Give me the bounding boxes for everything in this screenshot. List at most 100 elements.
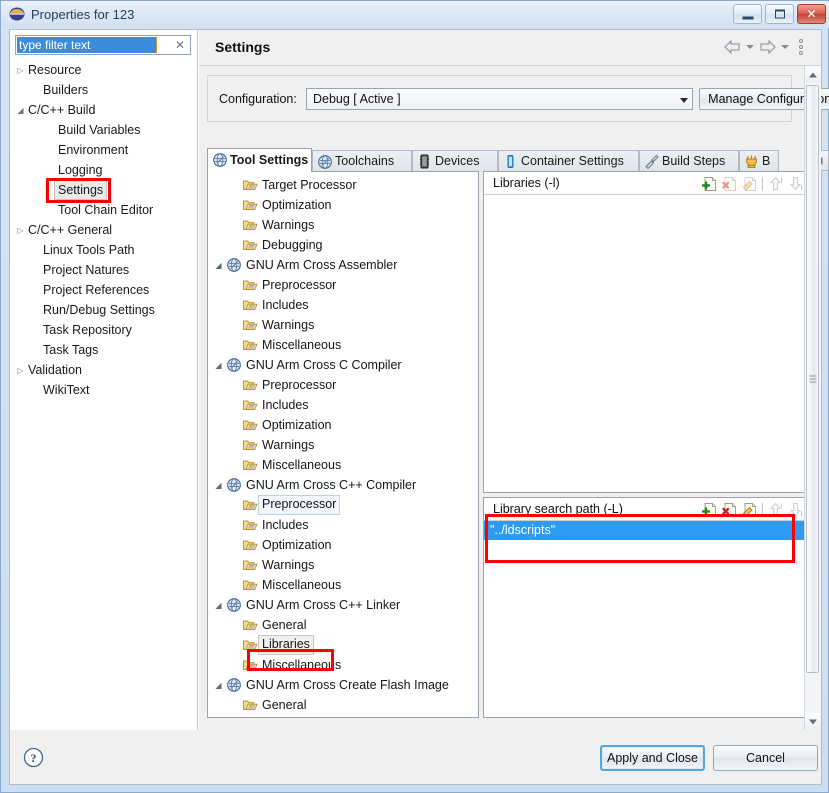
libraries-add-icon[interactable] — [701, 176, 717, 192]
forward-arrow-icon[interactable] — [759, 39, 776, 55]
tab-devices[interactable]: Devices — [412, 150, 498, 172]
tab-b[interactable]: B — [739, 150, 779, 172]
filter-field-wrapper[interactable]: type filter text ✕ — [15, 35, 191, 55]
tool-tree-item-general[interactable]: General — [208, 615, 478, 635]
back-arrow-icon[interactable] — [724, 39, 741, 55]
expanded-arrow-icon[interactable]: ◢ — [214, 601, 223, 610]
collapsed-arrow-icon[interactable]: ▷ — [16, 366, 25, 375]
scroll-thumb[interactable] — [806, 85, 819, 673]
sidebar-item-logging[interactable]: Logging — [10, 160, 196, 180]
search-path-edit-icon[interactable] — [742, 502, 757, 518]
sidebar-item-label: WikiText — [43, 383, 90, 397]
list-item[interactable]: "../ldscripts" — [484, 521, 809, 540]
page-scrollbar[interactable] — [804, 66, 821, 730]
expanded-arrow-icon[interactable]: ◢ — [214, 361, 223, 370]
search-path-delete-icon[interactable] — [722, 502, 737, 518]
tab-build-steps[interactable]: Build Steps — [639, 150, 739, 172]
tool-tree-item-label: Optimization — [262, 198, 332, 212]
sidebar-item-resource[interactable]: ▷ Resource — [10, 60, 196, 80]
libraries-list[interactable] — [484, 195, 809, 492]
tool-tree-item-includes[interactable]: Includes — [208, 395, 478, 415]
tool-tree-item-label: Warnings — [262, 218, 315, 232]
tool-tree-item-optimization[interactable]: Optimization — [208, 415, 478, 435]
tool-tree-item-debugging[interactable]: Debugging — [208, 235, 478, 255]
collapsed-arrow-icon[interactable]: ▷ — [16, 226, 25, 235]
window-controls: ✕ — [733, 4, 826, 25]
tool-options-tree[interactable]: Target Processor Optimization Warnings Debu… — [207, 171, 479, 718]
tool-tree-item-gnu-arm-cross-c-linker[interactable]: ◢ GNU Arm Cross C++ Linker — [208, 595, 478, 615]
expanded-arrow-icon[interactable]: ◢ — [16, 106, 25, 115]
tool-tree-item-libraries[interactable]: Libraries — [208, 635, 478, 655]
back-dropdown-icon[interactable] — [746, 45, 754, 49]
minimize-button[interactable] — [733, 4, 762, 24]
tool-tree-item-warnings[interactable]: Warnings — [208, 435, 478, 455]
scroll-down-button[interactable] — [805, 713, 821, 730]
tool-tree-item-gnu-arm-cross-c-compiler[interactable]: ◢ GNU Arm Cross C Compiler — [208, 355, 478, 375]
tool-tree-item-label: Preprocessor — [262, 378, 337, 392]
tool-tree-item-optimization[interactable]: Optimization — [208, 195, 478, 215]
cancel-button[interactable]: Cancel — [713, 745, 818, 771]
sidebar-item-wikitext[interactable]: WikiText — [10, 380, 196, 400]
tool-tree-item-miscellaneous[interactable]: Miscellaneous — [208, 335, 478, 355]
sidebar-item-task-repository[interactable]: Task Repository — [10, 320, 196, 340]
page-nav-toolbar — [724, 38, 803, 56]
eclipse-icon — [9, 6, 25, 22]
tool-tree-item-preprocessor[interactable]: Preprocessor — [208, 495, 478, 515]
sidebar-item-tool-chain-editor[interactable]: Tool Chain Editor — [10, 200, 196, 220]
tool-tree-item-miscellaneous[interactable]: Miscellaneous — [208, 655, 478, 675]
tool-tree-item-miscellaneous[interactable]: Miscellaneous — [208, 455, 478, 475]
tool-tree-item-warnings[interactable]: Warnings — [208, 315, 478, 335]
configuration-select[interactable]: Debug [ Active ] — [306, 88, 693, 110]
tool-tree-item-miscellaneous[interactable]: Miscellaneous — [208, 575, 478, 595]
tool-tree-item-gnu-arm-cross-create-flash-image[interactable]: ◢ GNU Arm Cross Create Flash Image — [208, 675, 478, 695]
tool-tree-item-preprocessor[interactable]: Preprocessor — [208, 375, 478, 395]
sidebar-item-environment[interactable]: Environment — [10, 140, 196, 160]
tab-container-settings[interactable]: Container Settings — [498, 150, 639, 172]
sidebar-item-run-debug-settings[interactable]: Run/Debug Settings — [10, 300, 196, 320]
tool-icon — [226, 357, 242, 373]
tab-toolchains[interactable]: Toolchains — [312, 150, 412, 172]
help-icon[interactable]: ? — [23, 747, 44, 768]
tool-tree-item-label: Miscellaneous — [262, 458, 342, 472]
view-menu-icon[interactable] — [799, 39, 803, 55]
tool-tree-item-includes[interactable]: Includes — [208, 515, 478, 535]
sidebar-item-label: C/C++ General — [28, 223, 113, 237]
clear-filter-icon[interactable]: ✕ — [174, 38, 186, 52]
sidebar-item-build-variables[interactable]: Build Variables — [10, 120, 196, 140]
restore-button[interactable] — [765, 4, 794, 24]
scroll-up-button[interactable] — [805, 66, 821, 83]
tool-tree-item-label: Optimization — [262, 538, 332, 552]
tool-tree-item-preprocessor[interactable]: Preprocessor — [208, 275, 478, 295]
sidebar-item-builders[interactable]: Builders — [10, 80, 196, 100]
sidebar-item-settings[interactable]: Settings — [10, 180, 196, 200]
close-button[interactable]: ✕ — [797, 4, 826, 24]
apply-and-close-button[interactable]: Apply and Close — [600, 745, 705, 771]
search-path-toolbar — [701, 501, 803, 518]
tool-tree-item-optimization[interactable]: Optimization — [208, 535, 478, 555]
tool-tree-item-warnings[interactable]: Warnings — [208, 555, 478, 575]
tool-tree-item-gnu-arm-cross-assembler[interactable]: ◢ GNU Arm Cross Assembler — [208, 255, 478, 275]
sidebar-item-linux-tools-path[interactable]: Linux Tools Path — [10, 240, 196, 260]
expanded-arrow-icon[interactable]: ◢ — [214, 681, 223, 690]
sidebar-item-project-natures[interactable]: Project Natures — [10, 260, 196, 280]
expanded-arrow-icon[interactable]: ◢ — [214, 481, 223, 490]
filter-input[interactable]: type filter text — [17, 37, 157, 53]
tool-tree-item-target-processor[interactable]: Target Processor — [208, 175, 478, 195]
sidebar-item-label: Logging — [58, 163, 103, 177]
sidebar-item-task-tags[interactable]: Task Tags — [10, 340, 196, 360]
sidebar-item-validation[interactable]: ▷ Validation — [10, 360, 196, 380]
expanded-arrow-icon[interactable]: ◢ — [214, 261, 223, 270]
sidebar-item-project-references[interactable]: Project References — [10, 280, 196, 300]
title-bar: Properties for 123 ✕ — [1, 1, 829, 28]
tool-tree-item-gnu-arm-cross-c-compiler[interactable]: ◢ GNU Arm Cross C++ Compiler — [208, 475, 478, 495]
sidebar-item-c-c-build[interactable]: ◢ C/C++ Build — [10, 100, 196, 120]
search-path-list[interactable]: "../ldscripts" — [484, 521, 809, 717]
sidebar-item-c-c-general[interactable]: ▷ C/C++ General — [10, 220, 196, 240]
search-path-add-icon[interactable] — [701, 502, 717, 518]
tab-tool-settings[interactable]: Tool Settings — [207, 148, 312, 172]
collapsed-arrow-icon[interactable]: ▷ — [16, 66, 25, 75]
tool-tree-item-warnings[interactable]: Warnings — [208, 215, 478, 235]
tool-tree-item-includes[interactable]: Includes — [208, 295, 478, 315]
forward-dropdown-icon[interactable] — [781, 45, 789, 49]
tool-tree-item-general[interactable]: General — [208, 695, 478, 715]
